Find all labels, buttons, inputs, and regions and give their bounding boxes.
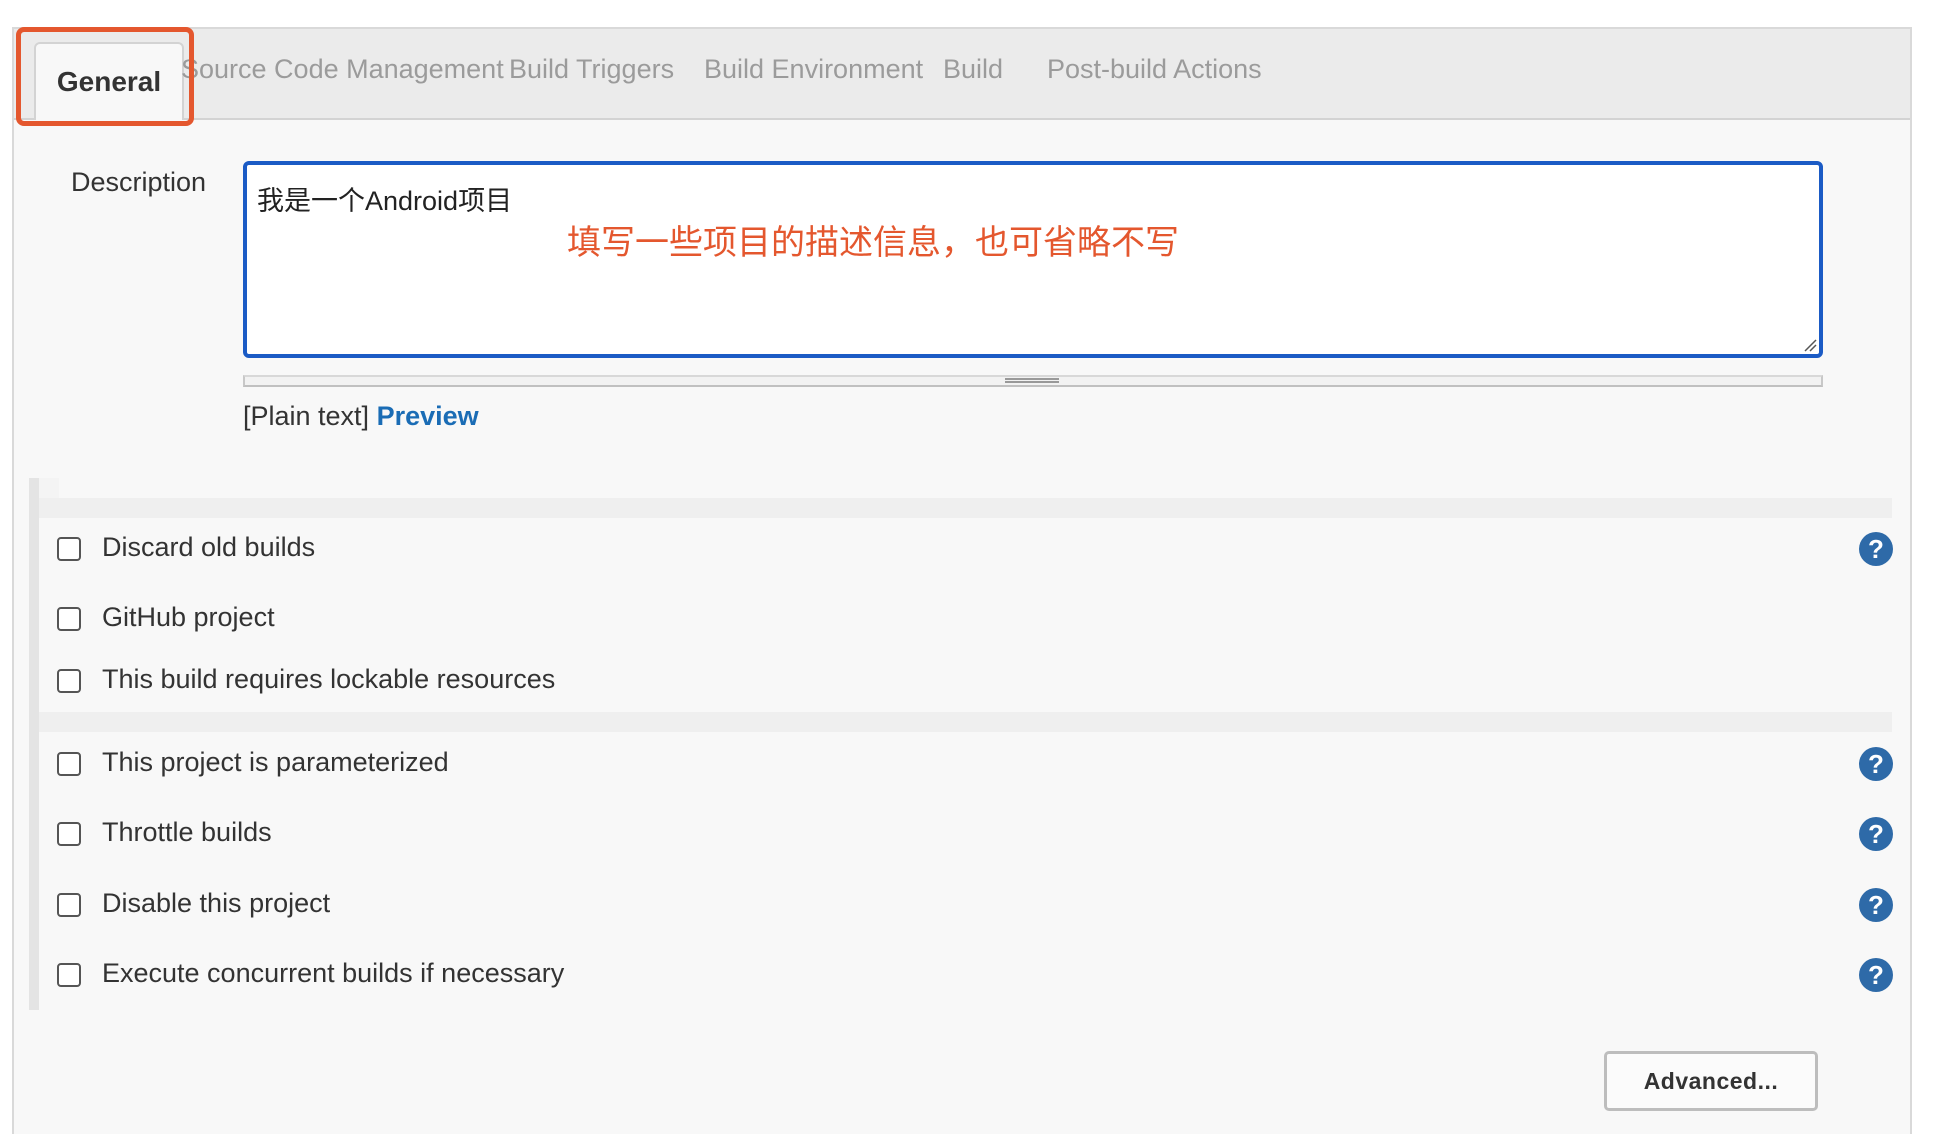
resize-grip-icon[interactable] (1803, 338, 1817, 352)
config-tab-bar: General Source Code Management Build Tri… (14, 29, 1910, 120)
section-divider (39, 712, 1892, 732)
tab-general[interactable]: General (34, 42, 184, 120)
help-icon[interactable]: ? (1859, 958, 1893, 992)
description-value: 我是一个Android项目 (257, 186, 513, 216)
help-icon[interactable]: ? (1859, 817, 1893, 851)
option-label: This project is parameterized (102, 747, 449, 777)
option-label: This build requires lockable resources (102, 664, 556, 694)
help-icon[interactable]: ? (1859, 888, 1893, 922)
help-icon[interactable]: ? (1859, 747, 1893, 781)
option-throttle-builds: Throttle builds ? (57, 817, 1897, 857)
disable-project-checkbox[interactable] (57, 893, 81, 917)
option-discard-old-builds: Discard old builds ? (57, 532, 1897, 572)
parameterized-checkbox[interactable] (57, 752, 81, 776)
advanced-button[interactable]: Advanced... (1604, 1051, 1818, 1111)
preview-link[interactable]: Preview (377, 401, 479, 431)
option-label: Disable this project (102, 888, 331, 918)
tab-build-environment[interactable]: Build Environment (704, 54, 923, 85)
description-textarea[interactable]: 我是一个Android项目 填写一些项目的描述信息，也可省略不写 (243, 161, 1823, 358)
option-disable-project: Disable this project ? (57, 888, 1897, 928)
description-label: Description (71, 167, 207, 197)
option-label: Discard old builds (102, 532, 316, 562)
github-project-checkbox[interactable] (57, 607, 81, 631)
option-label: Execute concurrent builds if necessary (102, 958, 565, 988)
section-indicator-bar (29, 478, 39, 1010)
option-concurrent-builds: Execute concurrent builds if necessary ? (57, 958, 1897, 998)
concurrent-builds-checkbox[interactable] (57, 963, 81, 987)
help-icon[interactable]: ? (1859, 532, 1893, 566)
annotation-note: 填写一些项目的描述信息，也可省略不写 (567, 224, 1179, 262)
tab-build[interactable]: Build (943, 54, 1003, 85)
option-parameterized: This project is parameterized ? (57, 747, 1897, 787)
section-divider (39, 498, 1892, 518)
section-header (39, 478, 59, 498)
textarea-drag-bar[interactable] (243, 375, 1823, 387)
option-lockable-resources: This build requires lockable resources (57, 664, 1897, 704)
option-github-project: GitHub project (57, 602, 1897, 642)
lockable-resources-checkbox[interactable] (57, 669, 81, 693)
tab-build-triggers[interactable]: Build Triggers (509, 54, 674, 85)
format-line: [Plain text] Preview (243, 401, 479, 432)
config-panel: General Source Code Management Build Tri… (12, 27, 1912, 1134)
plain-text-label: [Plain text] (243, 401, 370, 431)
tab-source-code-management[interactable]: Source Code Management (181, 54, 504, 85)
jenkins-config-page: General Source Code Management Build Tri… (0, 0, 1946, 1134)
option-label: GitHub project (102, 602, 275, 632)
tab-post-build-actions[interactable]: Post-build Actions (1047, 54, 1262, 85)
discard-old-builds-checkbox[interactable] (57, 537, 81, 561)
throttle-builds-checkbox[interactable] (57, 822, 81, 846)
option-label: Throttle builds (102, 817, 272, 847)
drag-handle-icon[interactable] (1005, 378, 1059, 383)
